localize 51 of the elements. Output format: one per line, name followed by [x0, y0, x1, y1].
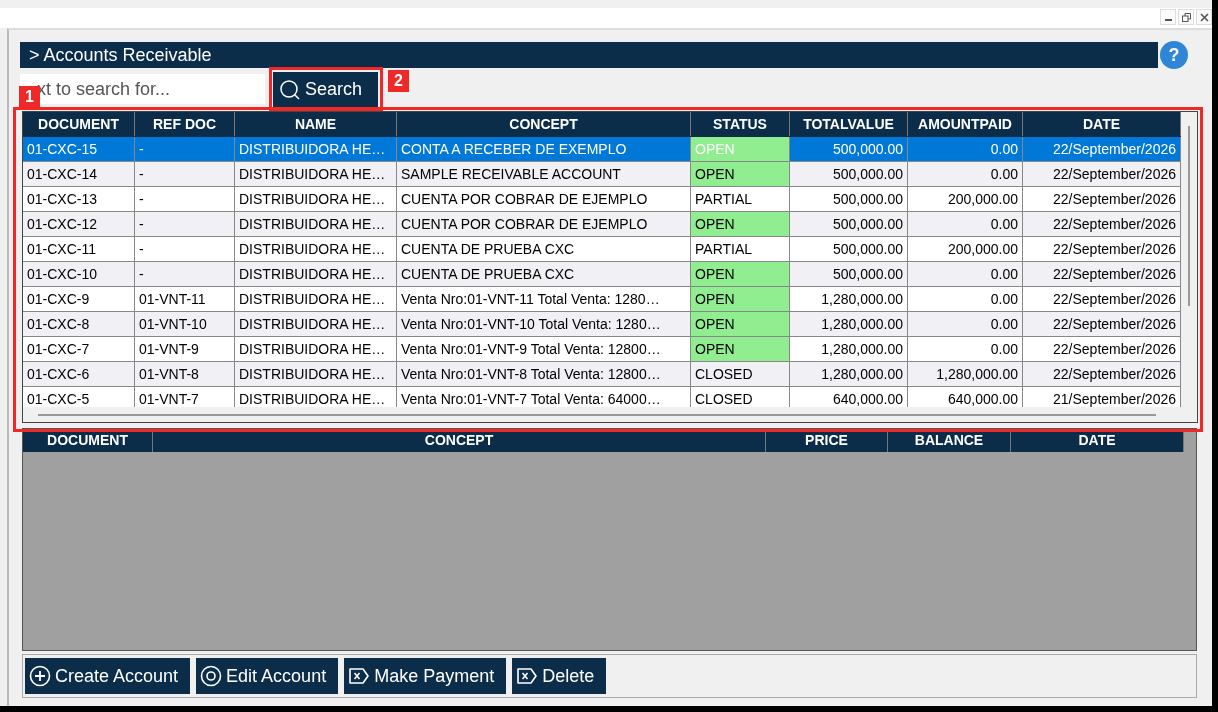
restore-button[interactable] — [1178, 9, 1194, 25]
table-cell: OPEN — [691, 162, 790, 187]
table-row[interactable]: 01-CXC-8 01-VNT-10 DISTRIBUIDORA HE… Venta Nro:01-VNT-10 Total Venta: 1280… OPEN 1,280,000.00 0.00 22/September/2026 — [23, 312, 1181, 337]
table-row[interactable]: 01-CXC-13 - DISTRIBUIDORA HE… CUENTA POR COBRAR DE EJEMPLO PARTIAL 500,000.00 200,000.00 22/September/2026 — [23, 187, 1181, 212]
action-button[interactable]: Delete — [512, 658, 607, 694]
column-header[interactable]: CONCEPT — [397, 112, 691, 136]
minimize-icon — [1164, 19, 1172, 21]
annotation-number: 1 — [19, 86, 40, 108]
column-header[interactable]: BALANCE — [888, 429, 1011, 452]
column-header[interactable]: DATE — [1023, 112, 1181, 136]
search-button[interactable]: Search — [273, 72, 378, 107]
column-header[interactable]: TOTALVALUE — [790, 112, 908, 136]
delete-icon — [516, 665, 539, 687]
column-header[interactable]: PRICE — [766, 429, 888, 452]
table-row[interactable]: 01-CXC-12 - DISTRIBUIDORA HE… CUENTA POR COBRAR DE EJEMPLO OPEN 500,000.00 0.00 22/September/2026 — [23, 212, 1181, 237]
column-header[interactable]: REF DOC — [135, 112, 235, 136]
section-header: > Accounts Receivable — [20, 42, 1158, 68]
restore-icon — [1181, 12, 1191, 22]
table-row[interactable]: 01-CXC-7 01-VNT-9 DISTRIBUIDORA HE… Venta Nro:01-VNT-9 Total Venta: 12800… OPEN 1,280,000.00 0.00 22/September/2026 — [23, 337, 1181, 362]
delete-icon — [348, 665, 371, 687]
table-cell: OPEN — [691, 287, 790, 312]
table-row[interactable]: 01-CXC-10 - DISTRIBUIDORA HE… CUENTA DE PRUEBA CXC OPEN 500,000.00 0.00 22/September/2026 — [23, 262, 1181, 287]
close-icon — [1199, 12, 1209, 22]
column-header[interactable]: AMOUNTPAID — [908, 112, 1023, 136]
table-cell: OPEN — [691, 337, 790, 362]
table-row[interactable]: 01-CXC-6 01-VNT-8 DISTRIBUIDORA HE… Venta Nro:01-VNT-8 Total Venta: 12800… CLOSED 1,280,000.00 1,280,000.00 22/September/2026 — [23, 362, 1181, 387]
column-header[interactable]: NAME — [235, 112, 397, 136]
table-cell: OPEN — [691, 312, 790, 337]
eye-icon — [200, 665, 223, 687]
minimize-button[interactable] — [1160, 9, 1176, 25]
close-button[interactable] — [1196, 9, 1212, 25]
table-row[interactable]: 01-CXC-5 01-VNT-7 DISTRIBUIDORA HE… Venta Nro:01-VNT-7 Total Venta: 64000… CLOSED 640,000.00 640,000.00 21/September/2026 — [23, 387, 1181, 407]
plus-icon — [29, 665, 51, 687]
search-icon — [279, 78, 301, 101]
table-cell: OPEN — [691, 212, 790, 237]
table-cell: OPEN — [691, 137, 790, 162]
action-button[interactable]: Create Account — [25, 658, 191, 694]
table-row[interactable]: 01-CXC-15 - DISTRIBUIDORA HE… CONTA A RECEBER DE EXEMPLO OPEN 500,000.00 0.00 22/September/2026 — [23, 137, 1181, 162]
column-header[interactable]: CONCEPT — [153, 429, 766, 452]
table-row[interactable]: 01-CXC-11 - DISTRIBUIDORA HE… CUENTA DE PRUEBA CXC PARTIAL 500,000.00 200,000.00 22/September/2026 — [23, 237, 1181, 262]
table-row[interactable]: 01-CXC-9 01-VNT-11 DISTRIBUIDORA HE… Venta Nro:01-VNT-11 Total Venta: 1280… OPEN 1,280,000.00 0.00 22/September/2026 — [23, 287, 1181, 312]
annotation-number: 2 — [388, 70, 409, 92]
column-header[interactable]: STATUS — [691, 112, 790, 136]
table-cell: OPEN — [691, 262, 790, 287]
help-button[interactable]: ? — [1160, 41, 1188, 69]
column-header[interactable]: DATE — [1011, 429, 1184, 452]
column-header[interactable]: DOCUMENT — [23, 112, 135, 136]
table-row[interactable]: 01-CXC-14 - DISTRIBUIDORA HE… SAMPLE RECEIVABLE ACCOUNT OPEN 500,000.00 0.00 22/September/2026 — [23, 162, 1181, 187]
action-button[interactable]: Edit Account — [196, 658, 339, 694]
column-header[interactable]: DOCUMENT — [23, 429, 153, 452]
action-button[interactable]: Make Payment — [344, 658, 507, 694]
